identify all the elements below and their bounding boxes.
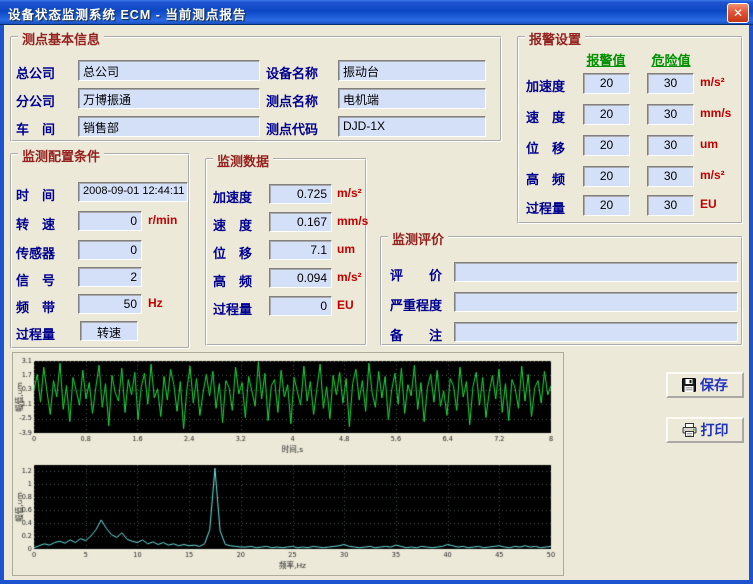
point-name-field[interactable]: 电机端: [338, 88, 486, 109]
point-code-field[interactable]: DJD-1X: [338, 116, 486, 137]
label-band: 频 带: [16, 297, 55, 316]
app-window: 设备状态监测系统 ECM - 当前测点报告 ✕ 测点基本信息 总公司 总公司 分…: [0, 0, 753, 584]
unit-alarm-accel: m/s²: [700, 75, 725, 89]
alarm-process-field[interactable]: 20: [583, 195, 630, 216]
equipment-name-field[interactable]: 振动台: [338, 60, 486, 81]
danger-value-header: 危险值: [644, 50, 698, 69]
unit-alarm-process: EU: [700, 197, 717, 211]
group-alarm-settings: 报警设置 报警值 危险值 加速度 20 30 m/s² 速 度 20 30 mm…: [517, 36, 743, 224]
label-sensor: 传感器: [16, 243, 55, 262]
danger-process-field[interactable]: 30: [647, 195, 694, 216]
alarm-displacement-field[interactable]: 20: [583, 135, 630, 156]
danger-accel-field[interactable]: 30: [647, 73, 694, 94]
time-field[interactable]: 2008-09-01 12:44:11: [78, 182, 188, 202]
data-velocity-field[interactable]: 0.167: [269, 212, 332, 232]
data-displacement-field[interactable]: 7.1: [269, 240, 332, 260]
unit-data-displacement: um: [337, 242, 355, 256]
alarm-value-header: 报警值: [579, 50, 633, 69]
label-point-code: 测点代码: [266, 119, 318, 138]
data-hf-field[interactable]: 0.094: [269, 268, 332, 288]
label-remarks: 备 注: [390, 325, 442, 344]
alarm-accel-field[interactable]: 20: [583, 73, 630, 94]
label-data-process: 过程量: [213, 299, 252, 318]
group-evaluation: 监测评价 评 价 严重程度 备 注: [380, 236, 743, 346]
print-button[interactable]: 打印: [666, 417, 744, 443]
label-workshop: 车 间: [16, 119, 55, 138]
label-severity: 严重程度: [390, 295, 442, 314]
unit-data-velocity: mm/s: [337, 214, 368, 228]
floppy-disk-icon: [682, 378, 696, 392]
unit-data-hf: m/s²: [337, 270, 362, 284]
unit-alarm-displacement: um: [700, 137, 718, 151]
unit-alarm-velocity: mm/s: [700, 106, 731, 120]
alarm-velocity-field[interactable]: 20: [583, 104, 630, 125]
label-time: 时 间: [16, 185, 55, 204]
label-data-hf: 高 频: [213, 271, 252, 290]
process-type-field[interactable]: 转速: [80, 321, 138, 341]
unit-speed: r/min: [148, 213, 177, 227]
label-process-type: 过程量: [16, 324, 55, 343]
unit-data-accel: m/s²: [337, 186, 362, 200]
branch-company-field[interactable]: 万博振通: [78, 88, 260, 109]
label-alarm-velocity: 速 度: [526, 107, 565, 126]
data-process-field[interactable]: 0: [269, 296, 332, 316]
alarm-hf-field[interactable]: 20: [583, 166, 630, 187]
window-border-right: [749, 25, 753, 580]
group-basic-info: 测点基本信息 总公司 总公司 分公司 万博振通 车 间 销售部 设备名称 振动台…: [10, 36, 502, 142]
printer-icon: [682, 423, 697, 437]
label-data-accel: 加速度: [213, 187, 252, 206]
speed-field[interactable]: 0: [78, 211, 142, 231]
group-config-title: 监测配置条件: [18, 146, 104, 165]
label-alarm-accel: 加速度: [526, 76, 565, 95]
severity-field[interactable]: [454, 292, 738, 312]
window-border-left: [0, 25, 4, 580]
danger-velocity-field[interactable]: 30: [647, 104, 694, 125]
window-border-bottom: [0, 580, 753, 584]
window-title: 设备状态监测系统 ECM - 当前测点报告: [8, 4, 246, 23]
label-branch-company: 分公司: [16, 91, 55, 110]
group-monitor-data: 监测数据 加速度 0.725 m/s² 速 度 0.167 mm/s 位 移 7…: [205, 158, 367, 346]
label-alarm-displacement: 位 移: [526, 138, 565, 157]
danger-displacement-field[interactable]: 30: [647, 135, 694, 156]
label-alarm-hf: 高 频: [526, 169, 565, 188]
save-button[interactable]: 保存: [666, 372, 744, 398]
signal-field[interactable]: 2: [78, 267, 142, 287]
label-data-velocity: 速 度: [213, 215, 252, 234]
close-icon[interactable]: ✕: [727, 3, 749, 23]
label-equipment-name: 设备名称: [266, 63, 318, 82]
label-head-company: 总公司: [16, 63, 55, 82]
group-alarm-title: 报警设置: [525, 29, 585, 48]
label-speed: 转 速: [16, 214, 55, 233]
label-point-name: 测点名称: [266, 91, 318, 110]
chart-panel: [12, 352, 564, 576]
label-data-displacement: 位 移: [213, 243, 252, 262]
waveform-chart: [13, 355, 565, 459]
unit-band: Hz: [148, 296, 163, 310]
unit-data-process: EU: [337, 298, 354, 312]
label-signal: 信 号: [16, 270, 55, 289]
unit-alarm-hf: m/s²: [700, 168, 725, 182]
save-button-label: 保存: [700, 375, 728, 395]
head-company-field[interactable]: 总公司: [78, 60, 260, 81]
workshop-field[interactable]: 销售部: [78, 116, 260, 137]
label-evaluation: 评 价: [390, 265, 442, 284]
danger-hf-field[interactable]: 30: [647, 166, 694, 187]
print-button-label: 打印: [701, 420, 729, 440]
spectrum-chart: [13, 459, 565, 575]
remarks-field[interactable]: [454, 322, 738, 342]
titlebar[interactable]: 设备状态监测系统 ECM - 当前测点报告 ✕: [0, 0, 753, 25]
label-alarm-process: 过程量: [526, 198, 565, 217]
group-basic-info-title: 测点基本信息: [18, 29, 104, 48]
data-accel-field[interactable]: 0.725: [269, 184, 332, 204]
band-field[interactable]: 50: [78, 294, 142, 314]
group-data-title: 监测数据: [213, 151, 273, 170]
group-evaluation-title: 监测评价: [388, 229, 448, 248]
evaluation-field[interactable]: [454, 262, 738, 282]
group-monitor-config: 监测配置条件 时 间 2008-09-01 12:44:11 转 速 0 r/m…: [10, 153, 190, 349]
sensor-field[interactable]: 0: [78, 240, 142, 260]
